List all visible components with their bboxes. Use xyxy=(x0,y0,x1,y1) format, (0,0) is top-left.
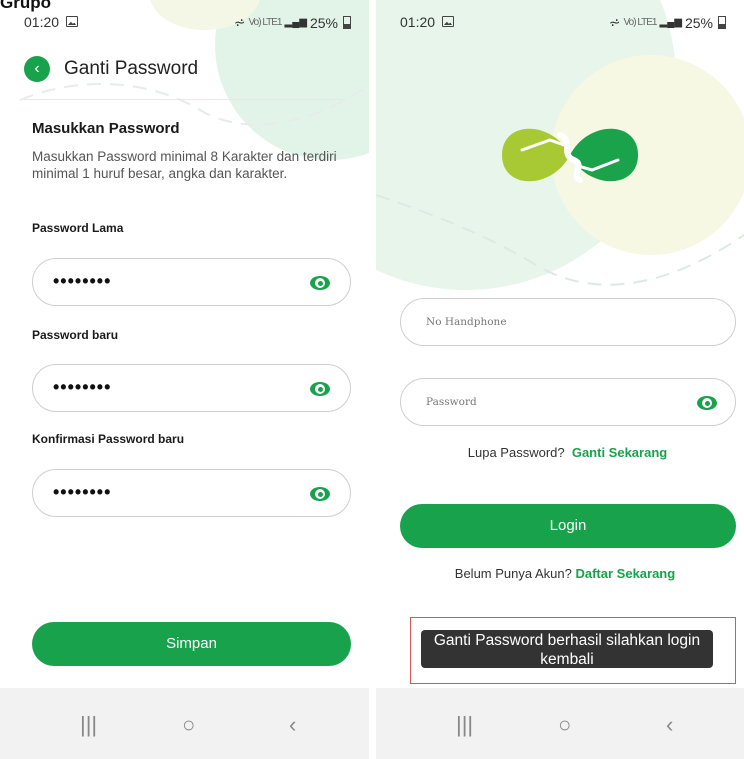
eye-icon[interactable] xyxy=(697,396,717,410)
phone-input[interactable]: No Handphone xyxy=(400,298,736,346)
login-button[interactable]: Login xyxy=(400,504,736,548)
forgot-password-prompt: Lupa Password? xyxy=(467,445,565,460)
phone-placeholder: No Handphone xyxy=(426,316,507,328)
login-screen: 01:20 ⩫ Vo) LTE1 ▂▄▆ 25% No Handphone Pa… xyxy=(376,0,744,759)
new-password-field[interactable]: •••••••• xyxy=(32,364,351,412)
toast-message: Ganti Password berhasil silahkan login k… xyxy=(421,630,713,668)
image-icon xyxy=(442,16,454,27)
caption: Grupo xyxy=(0,0,51,12)
battery-percent: 25% xyxy=(684,14,713,31)
old-password-label: Password Lama xyxy=(32,221,124,235)
system-nav-bar: ||| ○ ‹ xyxy=(0,688,369,759)
chevron-left-icon: ‹ xyxy=(34,60,40,77)
battery-icon xyxy=(343,16,351,29)
confirm-password-value: •••••••• xyxy=(53,482,112,502)
eye-icon[interactable] xyxy=(310,382,330,396)
section-title: Masukkan Password xyxy=(32,120,180,137)
decor-dashed-curve xyxy=(376,194,744,286)
recents-icon[interactable]: ||| xyxy=(456,712,473,738)
signal-icon: ▂▄▆ xyxy=(284,17,307,28)
status-bar: 01:20 ⩫ Vo) LTE1 ▂▄▆ 25% xyxy=(0,14,369,34)
system-nav-bar: ||| ○ ‹ xyxy=(376,688,744,759)
network-label: Vo) LTE1 xyxy=(623,17,658,28)
status-time: 01:20 xyxy=(24,14,60,30)
section-description: Masukkan Password minimal 8 Karakter dan… xyxy=(32,149,337,181)
confirm-password-label: Konfirmasi Password baru xyxy=(32,432,185,446)
save-button[interactable]: Simpan xyxy=(32,622,351,666)
recents-icon[interactable]: ||| xyxy=(80,712,97,738)
change-password-screen: 01:20 ⩫ Vo) LTE1 ▂▄▆ 25% ‹ Ganti Passwor… xyxy=(0,0,369,759)
status-bar: 01:20 ⩫ Vo) LTE1 ▂▄▆ 25% xyxy=(376,14,744,34)
decor-dashed-curve xyxy=(19,82,369,126)
wifi-icon: ⩫ xyxy=(233,14,246,30)
register-link[interactable]: Daftar Sekarang xyxy=(575,566,675,581)
back-nav-icon[interactable]: ‹ xyxy=(289,712,296,738)
back-nav-icon[interactable]: ‹ xyxy=(666,712,673,738)
status-icons: ⩫ Vo) LTE1 ▂▄▆ 25% xyxy=(609,14,726,31)
forgot-password-row: Lupa Password? Ganti Sekarang xyxy=(391,445,744,460)
battery-percent: 25% xyxy=(309,14,338,31)
password-placeholder: Password xyxy=(426,396,477,408)
password-input[interactable]: Password xyxy=(400,378,736,426)
divider xyxy=(24,99,345,100)
old-password-field[interactable]: •••••••• xyxy=(32,258,351,306)
new-password-value: •••••••• xyxy=(53,377,112,397)
eye-icon[interactable] xyxy=(310,487,330,501)
app-logo xyxy=(502,128,638,183)
register-prompt: Belum Punya Akun? xyxy=(454,566,572,581)
confirm-password-field[interactable]: •••••••• xyxy=(32,469,351,517)
status-time: 01:20 xyxy=(400,14,436,30)
new-password-label: Password baru xyxy=(32,328,119,342)
back-button[interactable]: ‹ xyxy=(24,56,50,82)
image-icon xyxy=(66,16,78,27)
old-password-value: •••••••• xyxy=(53,271,112,291)
eye-icon[interactable] xyxy=(310,276,330,290)
home-icon[interactable]: ○ xyxy=(558,712,571,738)
register-row: Belum Punya Akun? Daftar Sekarang xyxy=(386,566,744,581)
home-icon[interactable]: ○ xyxy=(182,712,195,738)
wifi-icon: ⩫ xyxy=(608,14,621,30)
battery-icon xyxy=(718,16,726,29)
network-label: Vo) LTE1 xyxy=(248,17,283,28)
signal-icon: ▂▄▆ xyxy=(659,17,682,28)
status-icons: ⩫ Vo) LTE1 ▂▄▆ 25% xyxy=(234,14,351,31)
forgot-password-link[interactable]: Ganti Sekarang xyxy=(572,445,667,460)
screen-title: Ganti Password xyxy=(64,58,199,79)
